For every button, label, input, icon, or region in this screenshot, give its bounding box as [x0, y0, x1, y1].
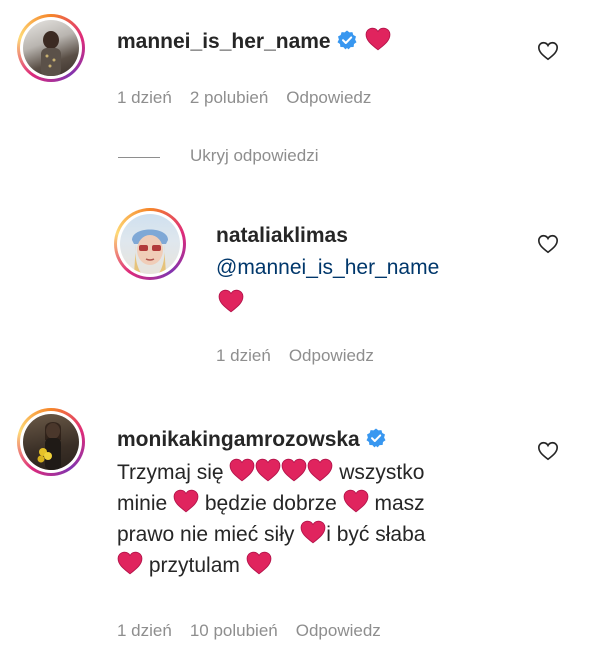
heart-emoji-icon	[229, 458, 255, 482]
heart-emoji-icon	[365, 27, 391, 51]
comment-2: nataliaklimas @mannei_is_her_name 1 dzie…	[0, 200, 600, 380]
comment-text-segment: Trzymaj się	[117, 461, 224, 484]
verified-icon	[337, 30, 357, 50]
comment-text-segment: przytulam	[148, 554, 240, 577]
heart-emoji-icon	[307, 458, 333, 482]
comment-time[interactable]: 1 dzień	[117, 621, 172, 640]
comment-3: monikakingamrozowska Trzymaj się wszystk…	[0, 400, 600, 656]
heart-emoji-icon	[343, 489, 369, 513]
heart-emoji-icon	[246, 551, 272, 575]
comment-text-segment: wszystko	[339, 461, 425, 484]
username[interactable]: nataliaklimas	[216, 224, 348, 248]
heart-emoji-icon	[117, 551, 143, 575]
comment-1: mannei_is_her_name 1 dzień 2 polubień Odpo…	[0, 0, 600, 130]
comment-text-segment: masz	[374, 492, 425, 515]
username[interactable]: mannei_is_her_name	[117, 30, 331, 53]
avatar-photo	[132, 229, 168, 274]
verified-icon	[366, 428, 386, 448]
like-heart-icon[interactable]	[537, 40, 559, 62]
reply-button[interactable]: Odpowiedz	[286, 88, 371, 107]
comment-text: Trzymaj się wszystko minie będzie dobrze…	[117, 457, 537, 581]
comment-text-segment: i być słaba	[326, 523, 426, 546]
avatar[interactable]	[17, 14, 85, 82]
hide-replies-line	[118, 157, 160, 158]
heart-emoji-icon	[255, 458, 281, 482]
mention-link[interactable]: @mannei_is_her_name	[216, 256, 439, 280]
avatar[interactable]	[17, 408, 85, 476]
comment-time[interactable]: 1 dzień	[117, 88, 172, 107]
hide-replies-label[interactable]: Ukryj odpowiedzi	[190, 146, 319, 166]
reply-button[interactable]: Odpowiedz	[289, 346, 374, 365]
likes-count[interactable]: 10 polubień	[190, 621, 278, 640]
username[interactable]: monikakingamrozowska	[117, 428, 360, 451]
avatar[interactable]	[114, 208, 186, 280]
reply-button[interactable]: Odpowiedz	[296, 621, 381, 640]
comment-text-segment: minie	[117, 492, 168, 515]
comment-text-segment: będzie dobrze	[204, 492, 337, 515]
like-heart-icon[interactable]	[537, 233, 559, 255]
heart-emoji-icon	[173, 489, 199, 513]
likes-count[interactable]: 2 polubień	[190, 88, 268, 107]
heart-emoji-icon	[281, 458, 307, 482]
avatar-photo	[37, 422, 61, 470]
heart-emoji-icon	[300, 520, 326, 544]
avatar-photo	[41, 31, 61, 76]
comment-text-segment: prawo nie mieć siły	[117, 523, 295, 546]
like-heart-icon[interactable]	[537, 440, 559, 462]
comment-time[interactable]: 1 dzień	[216, 346, 271, 365]
heart-emoji-icon	[218, 289, 244, 313]
